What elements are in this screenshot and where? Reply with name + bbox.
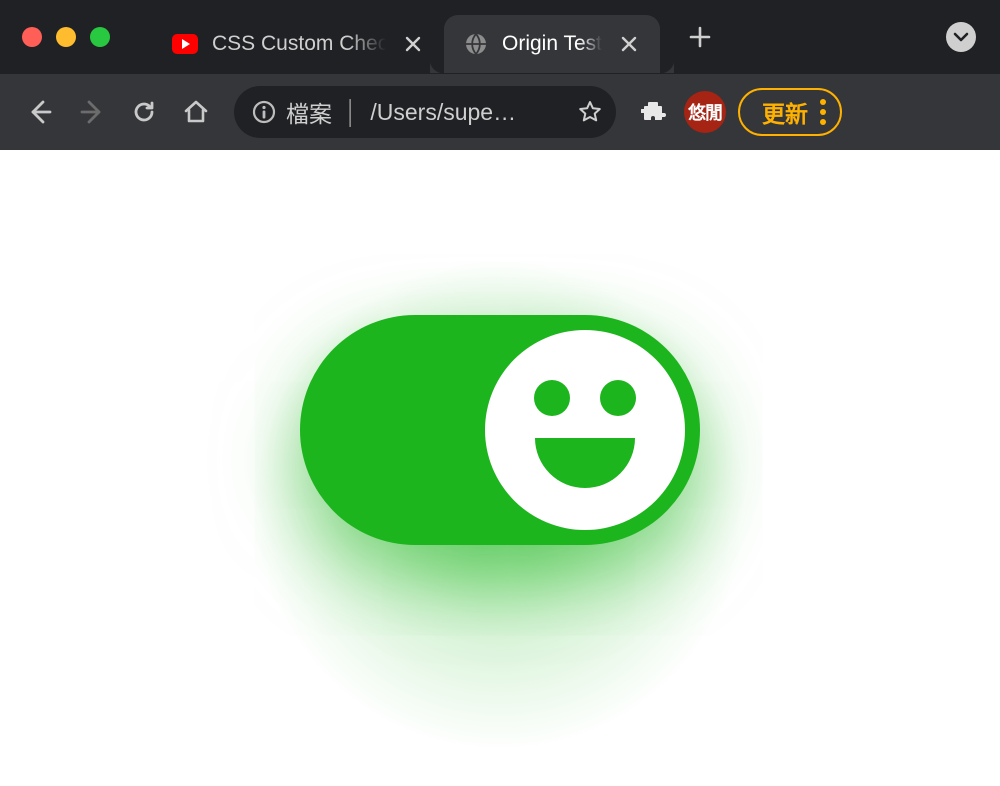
bookmark-icon[interactable] [578, 100, 602, 124]
extension-badge-label: 悠閒 [688, 99, 722, 125]
toolbar: 檔案 │ /Users/supe… 悠閒 更新 [0, 74, 1000, 150]
close-icon[interactable] [616, 31, 642, 57]
globe-icon [464, 32, 488, 56]
omnibox-scheme: 檔案 [286, 95, 332, 129]
browser-chrome: CSS Custom Checkbox Origin Test [0, 0, 1000, 150]
reload-button[interactable] [122, 90, 166, 134]
kebab-icon [820, 99, 826, 125]
smiley-mouth [535, 438, 635, 488]
toggle-knob [485, 330, 685, 530]
info-icon[interactable] [252, 100, 276, 124]
smiley-toggle[interactable] [300, 315, 700, 545]
tab-row: CSS Custom Checkbox Origin Test [0, 0, 1000, 74]
extension-badge[interactable]: 悠閒 [684, 91, 726, 133]
tab-list-button[interactable] [946, 22, 976, 52]
window-maximize-button[interactable] [90, 27, 110, 47]
tab-title: Origin Test [502, 32, 602, 56]
page-viewport [0, 150, 1000, 750]
address-bar[interactable]: 檔案 │ /Users/supe… [234, 86, 616, 138]
new-tab-button[interactable] [680, 17, 720, 57]
tab-title: CSS Custom Checkbox [212, 32, 386, 56]
window-controls [22, 27, 110, 47]
update-label: 更新 [762, 95, 808, 129]
window-minimize-button[interactable] [56, 27, 76, 47]
update-button[interactable]: 更新 [738, 88, 842, 136]
smiley-eyes [534, 380, 636, 416]
close-icon[interactable] [400, 31, 426, 57]
smiley-eye-right [600, 380, 636, 416]
smiley-eye-left [534, 380, 570, 416]
back-button[interactable] [18, 90, 62, 134]
home-button[interactable] [174, 90, 218, 134]
omnibox-path: /Users/supe… [370, 99, 568, 126]
youtube-icon [172, 34, 198, 54]
extensions-icon[interactable] [632, 90, 676, 134]
tab-active-1[interactable]: Origin Test [444, 15, 660, 73]
forward-button[interactable] [70, 90, 114, 134]
window-close-button[interactable] [22, 27, 42, 47]
tab-inactive-0[interactable]: CSS Custom Checkbox [152, 15, 444, 73]
